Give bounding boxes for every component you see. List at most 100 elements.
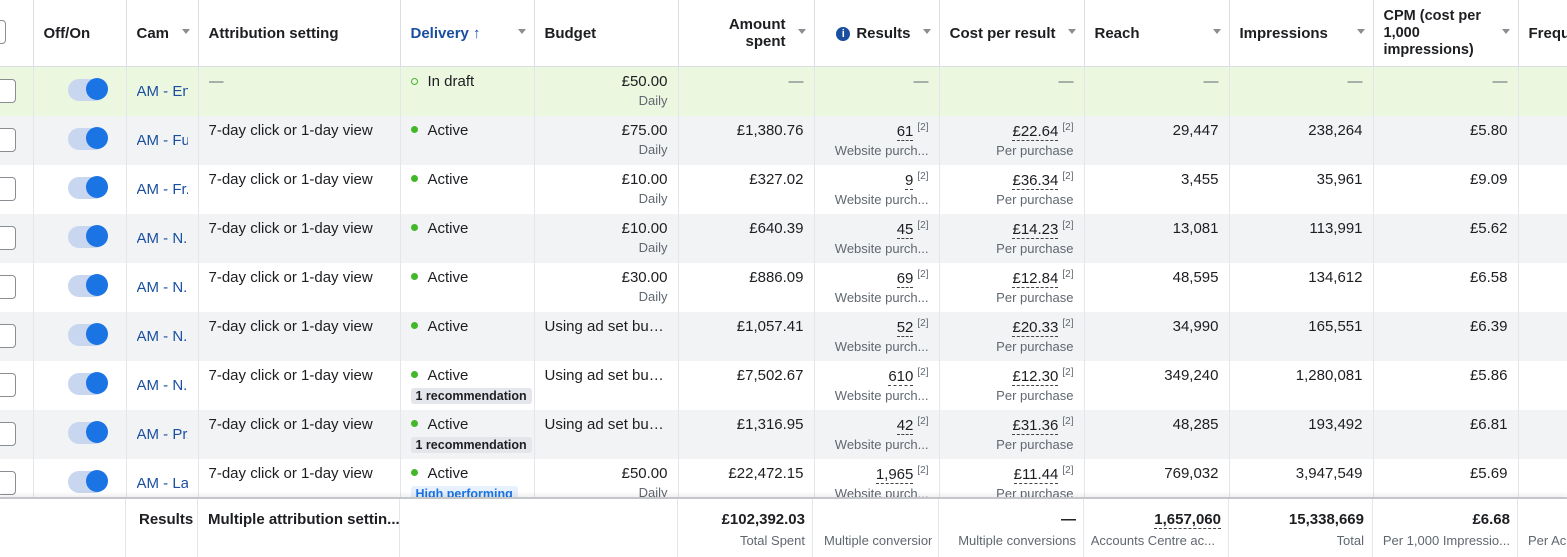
chevron-down-icon[interactable] — [1212, 29, 1221, 34]
row-checkbox[interactable] — [0, 323, 16, 348]
info-icon[interactable]: i — [836, 26, 851, 41]
toggle-cell — [33, 164, 127, 214]
budget-cell: £75.00 Daily — [534, 115, 679, 165]
header-attribution[interactable]: Attribution setting — [198, 0, 401, 67]
results-sub: Website purch... — [834, 436, 929, 452]
select-all-header[interactable] — [0, 0, 34, 67]
row-checkbox[interactable] — [0, 225, 16, 250]
table-row[interactable]: AM - N... 7-day click or 1-day view Acti… — [0, 213, 1567, 263]
chevron-down-icon[interactable] — [517, 29, 526, 34]
results-value[interactable]: 45 — [896, 220, 914, 239]
campaign-name-link[interactable]: AM - N... — [137, 220, 188, 247]
header-campaign[interactable]: Cam — [126, 0, 199, 67]
cost-value[interactable]: £31.36 — [1012, 416, 1059, 435]
campaign-toggle[interactable] — [67, 322, 108, 346]
campaign-name-link[interactable]: AM - N... — [137, 367, 188, 394]
impressions-value: — — [1347, 73, 1363, 90]
results-value[interactable]: 42 — [896, 416, 914, 435]
impressions-value: 134,612 — [1308, 268, 1363, 286]
budget-value: £30.00 — [621, 268, 668, 286]
header-cost-per-result-label: Cost per result — [949, 24, 1056, 42]
campaign-name-link[interactable]: AM - En... — [137, 73, 188, 100]
campaign-toggle[interactable] — [67, 273, 108, 297]
cpm-value: £6.81 — [1469, 415, 1508, 433]
table-row[interactable]: AM - N... 7-day click or 1-day view Acti… — [0, 262, 1567, 312]
campaign-toggle[interactable] — [67, 78, 108, 101]
cost-value[interactable]: £36.34 — [1012, 171, 1059, 190]
chevron-down-icon[interactable] — [181, 29, 190, 34]
campaign-name-link[interactable]: AM - Fu... — [137, 122, 188, 149]
cost-value[interactable]: £11.44 — [1013, 465, 1059, 484]
cost-value[interactable]: £12.30 — [1012, 367, 1059, 386]
row-checkbox[interactable] — [0, 176, 16, 201]
results-value[interactable]: 69 — [896, 269, 914, 288]
table-row[interactable]: AM - Fr... 7-day click or 1-day view Act… — [0, 164, 1567, 214]
cost-value[interactable]: £14.23 — [1012, 220, 1059, 239]
cost-value[interactable]: £22.64 — [1012, 122, 1059, 141]
table-row[interactable]: AM - En... — In draft £50.00Daily — — — … — [0, 66, 1567, 116]
campaign-toggle[interactable] — [67, 126, 108, 150]
row-checkbox[interactable] — [0, 274, 16, 299]
header-frequency[interactable]: Frequ — [1518, 0, 1567, 67]
campaign-toggle[interactable] — [67, 371, 108, 395]
chevron-down-icon[interactable] — [922, 29, 931, 34]
chevron-down-icon[interactable] — [1501, 29, 1510, 34]
table-row[interactable]: AM - N... 7-day click or 1-day view Acti… — [0, 311, 1567, 361]
campaign-toggle[interactable] — [67, 224, 108, 248]
campaign-name-link[interactable]: AM - La... — [137, 465, 188, 492]
chevron-down-icon[interactable] — [797, 29, 806, 34]
campaign-name-link[interactable]: AM - Pr... — [137, 416, 188, 443]
header-reach-label: Reach — [1094, 24, 1140, 42]
header-impressions[interactable]: Impressions — [1229, 0, 1374, 67]
header-amount-spent[interactable]: Amount spent — [678, 0, 815, 67]
results-value[interactable]: 52 — [896, 318, 914, 337]
header-cost-per-result[interactable]: Cost per result — [939, 0, 1085, 67]
row-checkbox[interactable] — [0, 372, 16, 397]
header-results[interactable]: i Results — [814, 0, 940, 67]
results-value[interactable]: 9 — [905, 171, 914, 190]
campaign-toggle[interactable] — [67, 175, 108, 199]
cost-value[interactable]: £20.33 — [1012, 318, 1059, 337]
cpm-value: £6.39 — [1469, 317, 1508, 335]
footer-attribution: Multiple attribution settin... — [208, 511, 400, 528]
row-checkbox[interactable] — [0, 470, 16, 495]
results-value[interactable]: 1,965 — [875, 465, 914, 484]
row-select-cell — [0, 66, 34, 116]
campaign-cell: AM - N... — [126, 360, 199, 410]
cost-value[interactable]: £12.84 — [1012, 269, 1059, 288]
status-dot-icon — [410, 175, 418, 183]
reach-cell: 48,285 — [1084, 409, 1230, 459]
reach-cell: 29,447 — [1084, 115, 1230, 165]
campaign-toggle[interactable] — [67, 420, 108, 444]
table-row[interactable]: AM - Pr... 7-day click or 1-day view Act… — [0, 409, 1567, 459]
campaign-name-link[interactable]: AM - N... — [137, 269, 188, 296]
header-budget[interactable]: Budget — [534, 0, 679, 67]
impressions-value: 165,551 — [1308, 317, 1363, 335]
results-value[interactable]: 610 — [888, 367, 914, 386]
campaign-name-link[interactable]: AM - Fr... — [137, 171, 188, 198]
chevron-down-icon[interactable] — [1356, 29, 1365, 34]
status-badge[interactable]: 1 recommendation — [410, 436, 532, 453]
header-cpm[interactable]: CPM (cost per 1,000 impressions) — [1373, 0, 1519, 67]
table-row[interactable]: AM - N... 7-day click or 1-day view Acti… — [0, 360, 1567, 410]
header-delivery[interactable]: Delivery ↑ — [400, 0, 535, 67]
frequency-cell — [1518, 262, 1567, 312]
chevron-down-icon[interactable] — [1067, 29, 1076, 34]
campaign-toggle[interactable] — [67, 469, 108, 493]
status-dot-icon — [410, 224, 418, 232]
frequency-cell — [1518, 164, 1567, 214]
table-row[interactable]: AM - Fu... 7-day click or 1-day view Act… — [0, 115, 1567, 165]
row-checkbox[interactable] — [0, 421, 16, 446]
status-badge[interactable]: 1 recommendation — [410, 387, 532, 404]
row-checkbox[interactable] — [0, 79, 16, 103]
header-offon[interactable]: Off/On — [33, 0, 127, 67]
reach-value: 29,447 — [1172, 121, 1219, 139]
row-checkbox[interactable] — [0, 127, 16, 152]
header-reach[interactable]: Reach — [1084, 0, 1230, 67]
campaign-name-link[interactable]: AM - N... — [137, 318, 188, 345]
reach-cell: 13,081 — [1084, 213, 1230, 263]
ads-manager-table: Off/On Cam Attribution setting Delivery … — [0, 0, 1567, 557]
select-all-checkbox[interactable] — [0, 20, 6, 44]
cost-sub: Per purchase — [996, 387, 1074, 403]
results-value[interactable]: 61 — [896, 122, 914, 141]
